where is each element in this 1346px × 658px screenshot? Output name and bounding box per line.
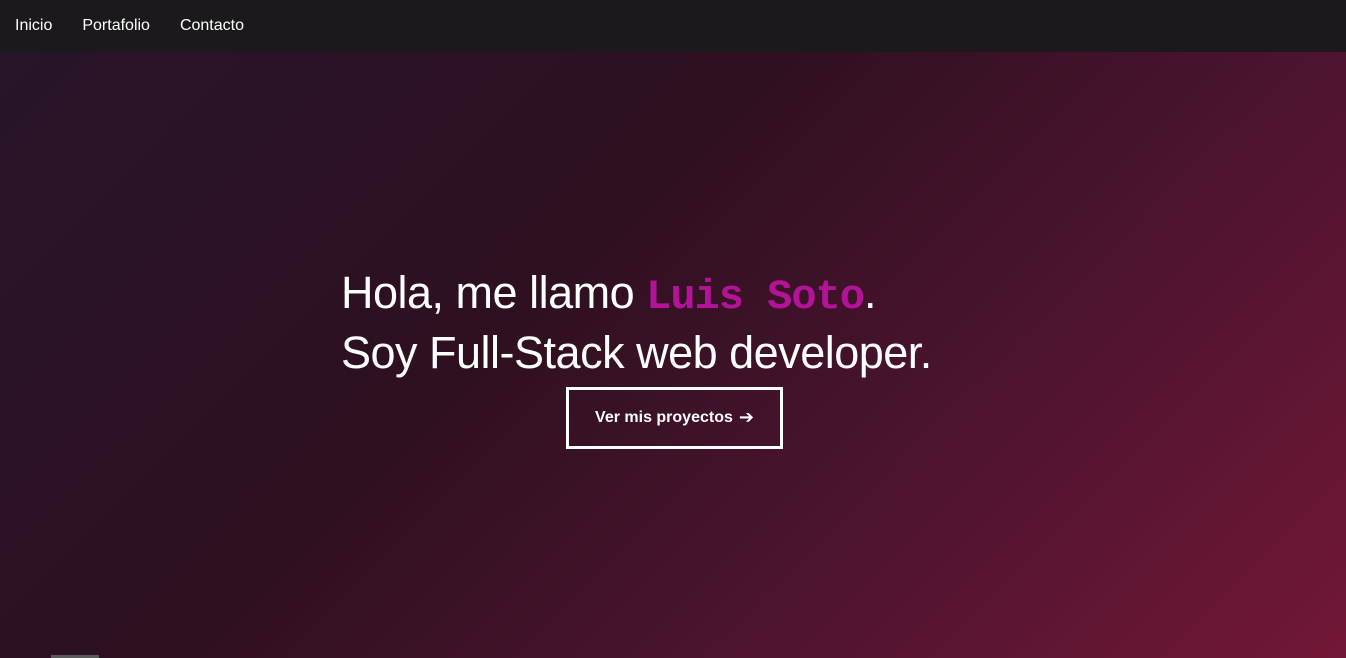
hero-section: Hola, me llamo Luis Soto. Soy Full-Stack … (0, 52, 1346, 658)
hero-headline: Hola, me llamo Luis Soto. Soy Full-Stack … (341, 265, 932, 380)
right-arrow-icon: ➔ (738, 407, 754, 428)
headline-intro: Hola, me llamo (341, 267, 647, 318)
page: Inicio Portafolio Contacto Hola, me llam… (0, 0, 1346, 658)
view-projects-button[interactable]: Ver mis proyectos ➔ (566, 387, 783, 449)
developer-name: Luis Soto (646, 273, 865, 321)
top-navbar: Inicio Portafolio Contacto (0, 0, 1346, 52)
nav-link-portafolio[interactable]: Portafolio (82, 16, 150, 36)
view-projects-label: Ver mis proyectos (595, 409, 733, 426)
headline-period: . (863, 267, 877, 318)
nav-link-inicio[interactable]: Inicio (15, 16, 52, 36)
headline-role: Soy Full-Stack web developer. (341, 327, 932, 378)
nav-link-contacto[interactable]: Contacto (180, 16, 244, 36)
